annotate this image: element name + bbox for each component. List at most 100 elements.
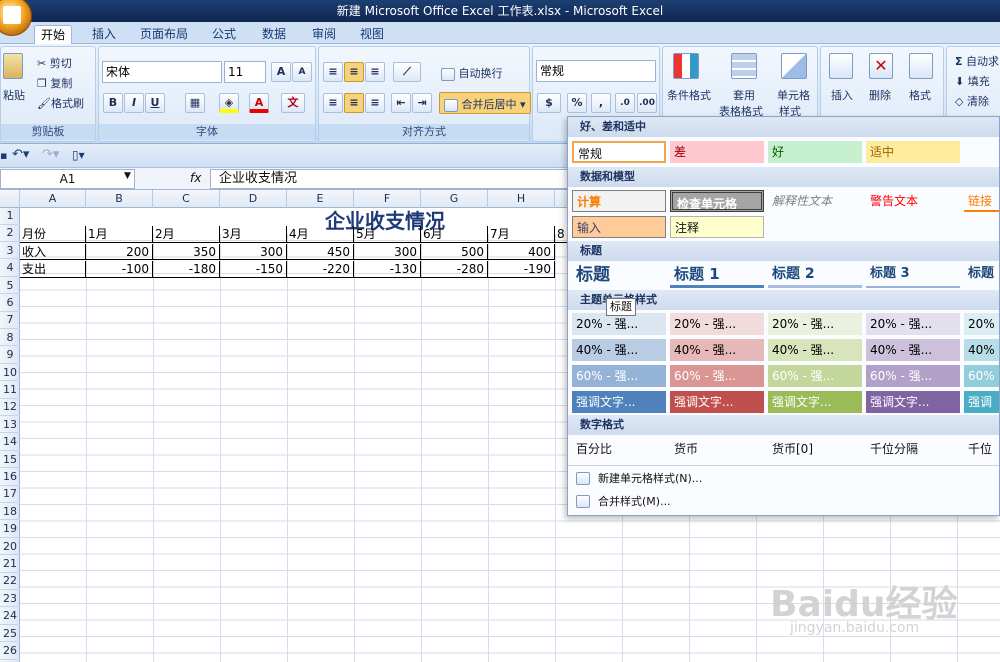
column-header[interactable]: C [153,190,220,208]
style-heading-3[interactable]: 标题 3 [866,262,960,288]
style-accent-3[interactable]: 强调文字... [768,391,862,413]
cell[interactable]: 支出 [20,261,86,278]
tab-formulas[interactable]: 公式 [206,25,242,44]
row-header[interactable]: 13 [0,417,20,434]
row-header[interactable]: 19 [0,521,20,538]
style-theme20-2[interactable]: 20% - 强... [670,313,764,335]
column-header[interactable]: A [20,190,86,208]
cell[interactable]: -180 [153,261,220,278]
select-all-button[interactable] [0,190,20,208]
style-currency[interactable]: 货币 [670,438,764,460]
cell[interactable]: 400 [488,243,555,261]
align-center-button[interactable]: ≡ [344,93,364,113]
grow-font-button[interactable]: A [271,62,291,82]
style-note[interactable]: 注释 [670,216,764,238]
style-theme60-2[interactable]: 60% - 强... [670,365,764,387]
cell[interactable]: -190 [488,261,555,278]
decrease-decimal-button[interactable]: .00 [637,93,657,113]
tab-data[interactable]: 数据 [256,25,292,44]
style-theme40-4[interactable]: 40% - 强... [866,339,960,361]
cell[interactable]: -130 [354,261,421,278]
align-top-button[interactable]: ≡ [323,62,343,82]
style-theme40-3[interactable]: 40% - 强... [768,339,862,361]
align-right-button[interactable]: ≡ [365,93,385,113]
cell[interactable]: 月份 [20,226,86,243]
style-input[interactable]: 输入 [572,216,666,238]
row-header[interactable]: 12 [0,399,20,416]
style-accent-4[interactable]: 强调文字... [866,391,960,413]
increase-indent-button[interactable]: ⇥ [412,93,432,113]
autosum-button[interactable]: Σ 自动求 [955,53,999,69]
style-good[interactable]: 好 [768,141,862,163]
cell[interactable]: 300 [220,243,287,261]
table-format-icon[interactable] [731,53,757,81]
name-box-dropdown-icon[interactable]: ▼ [124,171,131,181]
column-header[interactable]: G [421,190,488,208]
row-header[interactable]: 14 [0,434,20,451]
phonetic-button[interactable]: 文 [281,93,305,113]
style-percent[interactable]: 百分比 [572,438,666,460]
style-comma[interactable]: 千位分隔 [866,438,960,460]
cell[interactable]: 1月 [86,226,153,243]
style-theme60-4[interactable]: 60% - 强... [866,365,960,387]
style-warning[interactable]: 警告文本 [866,190,960,212]
cell[interactable]: 7月 [488,226,555,243]
tab-insert[interactable]: 插入 [86,25,122,44]
cell[interactable]: 5月 [354,226,421,243]
style-theme20-1[interactable]: 20% - 强... [572,313,666,335]
row-header[interactable]: 2 [0,225,20,242]
column-header[interactable]: F [354,190,421,208]
style-theme20-3[interactable]: 20% - 强... [768,313,862,335]
style-explanatory[interactable]: 解释性文本 [768,190,862,212]
align-left-button[interactable]: ≡ [323,93,343,113]
style-title[interactable]: 标题 [572,262,666,288]
style-heading-1[interactable]: 标题 1 [670,262,764,288]
style-normal[interactable]: 常规 [572,141,666,163]
merge-center-button[interactable]: 合并后居中 ▾ [439,92,531,114]
fill-button[interactable]: ⬇ 填充 [955,73,990,89]
paste-icon[interactable] [3,53,25,83]
font-size-select[interactable]: 11 [224,61,266,83]
row-header[interactable]: 1 [0,208,20,225]
style-theme20-4[interactable]: 20% - 强... [866,313,960,335]
cell[interactable]: -150 [220,261,287,278]
format-cells-icon[interactable] [909,53,933,79]
row-header[interactable]: 3 [0,243,20,260]
name-box[interactable]: A1 [0,169,135,189]
row-header[interactable]: 25 [0,626,20,643]
border-button[interactable]: ▦ [185,93,205,113]
new-file-icon[interactable]: ▯▾ [72,148,85,162]
column-header[interactable]: H [488,190,555,208]
row-header[interactable]: 11 [0,382,20,399]
comma-button[interactable]: , [591,93,611,113]
style-check-cell[interactable]: 检查单元格 [670,190,764,212]
font-name-select[interactable]: 宋体 [102,61,222,83]
cell[interactable]: 4月 [287,226,354,243]
row-header[interactable]: 4 [0,260,20,277]
style-bad[interactable]: 差 [670,141,764,163]
redo-icon[interactable]: ↷▾ [42,147,59,162]
style-neutral[interactable]: 适中 [866,141,960,163]
column-header[interactable]: B [86,190,153,208]
style-heading-4[interactable]: 标题 [964,262,999,288]
style-theme60-1[interactable]: 60% - 强... [572,365,666,387]
undo-icon[interactable]: ↶▾ [12,147,29,162]
cut-button[interactable]: ✂ 剪切 [37,55,72,71]
insert-cells-button[interactable]: 插入 [831,87,853,103]
cell[interactable]: -220 [287,261,354,278]
cell[interactable]: -100 [86,261,153,278]
style-heading-2[interactable]: 标题 2 [768,262,862,288]
underline-button[interactable]: U [145,93,165,113]
column-header[interactable]: D [220,190,287,208]
insert-function-button[interactable]: fx [190,171,201,185]
cell[interactable]: 350 [153,243,220,261]
accounting-button[interactable]: $ [537,93,561,113]
column-header[interactable]: E [287,190,354,208]
row-header[interactable]: 9 [0,347,20,364]
row-header[interactable]: 20 [0,539,20,556]
increase-decimal-button[interactable]: .0 [615,93,635,113]
italic-button[interactable]: I [124,93,144,113]
row-header[interactable]: 17 [0,486,20,503]
delete-cells-icon[interactable]: ✕ [869,53,893,79]
fill-color-button[interactable]: ◈ [219,93,239,113]
